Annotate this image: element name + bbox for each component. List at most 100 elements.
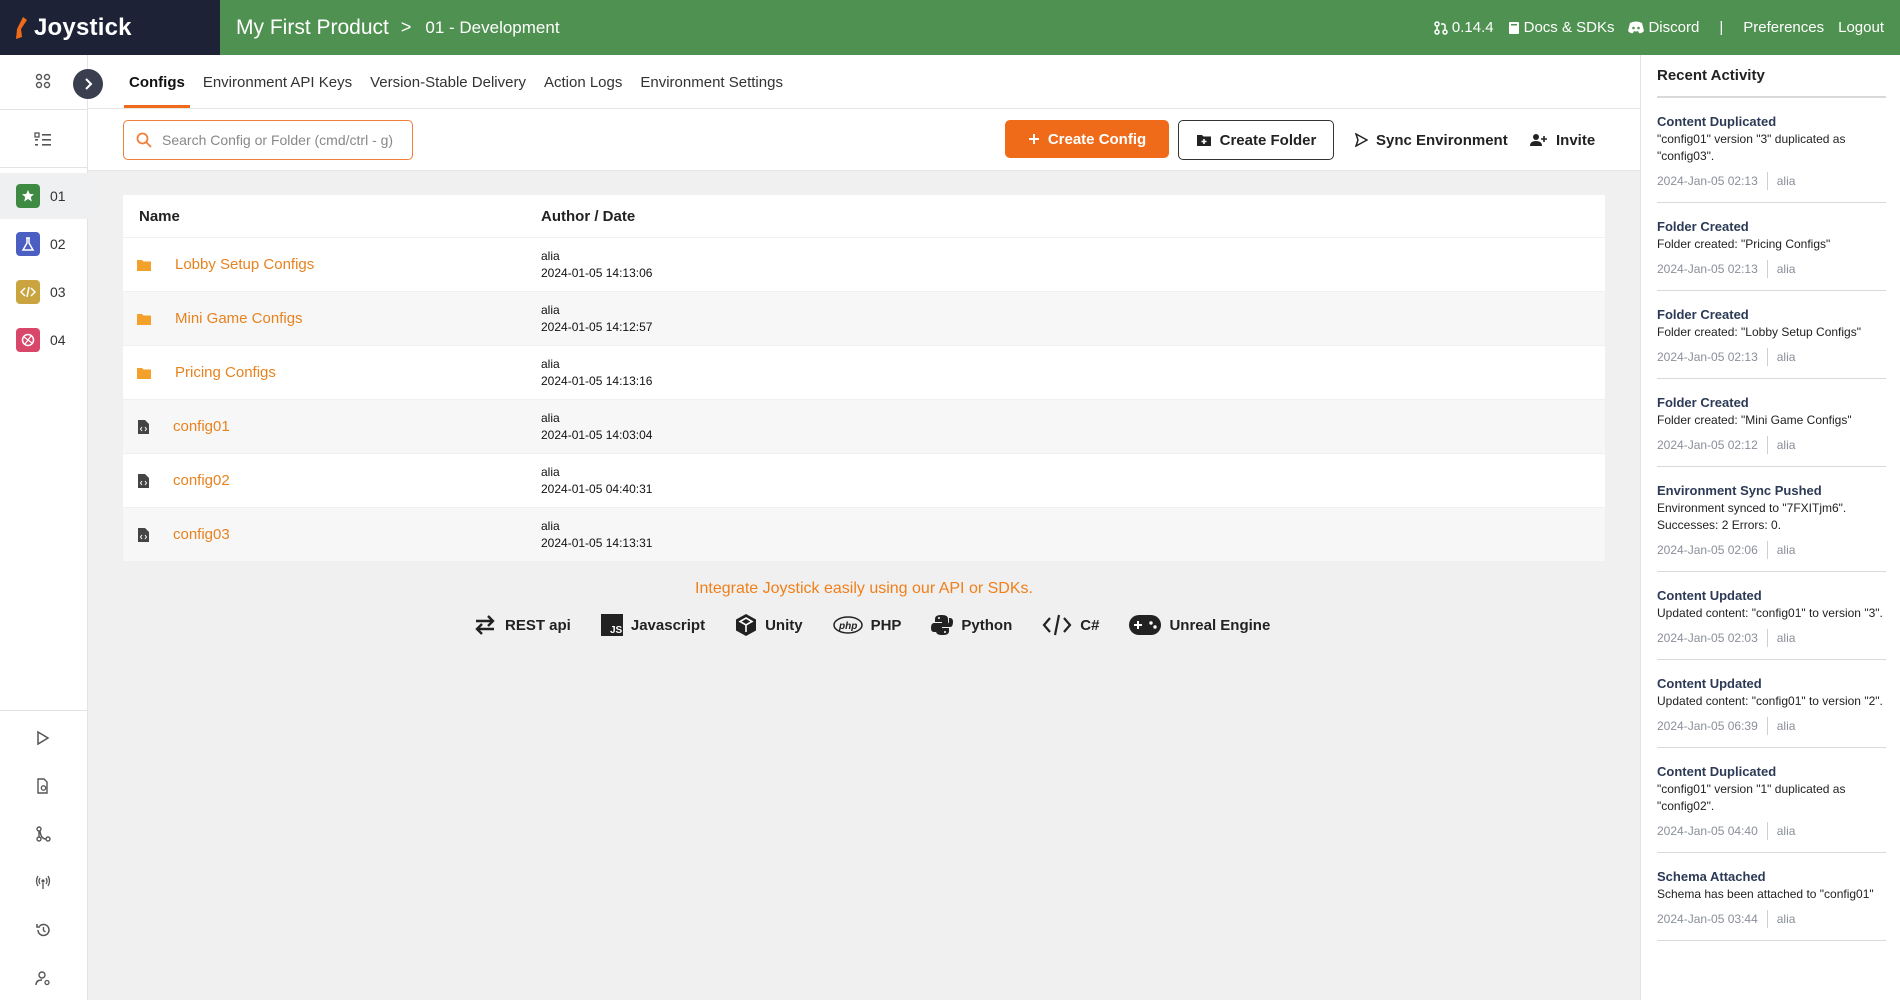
- sync-environment-button[interactable]: Sync Environment: [1354, 120, 1508, 160]
- sdk-csharp[interactable]: C#: [1042, 614, 1099, 636]
- sidebar-expand-button[interactable]: [73, 69, 103, 99]
- version-link[interactable]: 0.14.4: [1434, 19, 1494, 36]
- javascript-icon: JS: [600, 614, 623, 636]
- history-icon[interactable]: [35, 922, 51, 938]
- logo[interactable]: Joystick: [0, 0, 220, 55]
- docs-label: Docs & SDKs: [1523, 19, 1615, 36]
- activity-description: "config01" version "1" duplicated as "co…: [1657, 782, 1846, 813]
- tab-environment-api-keys[interactable]: Environment API Keys: [198, 74, 357, 108]
- row-name-link[interactable]: config03: [173, 526, 230, 543]
- activity-title: Content Duplicated: [1657, 114, 1777, 129]
- list-view-icon[interactable]: [34, 132, 52, 148]
- env-item-03[interactable]: 03: [0, 269, 88, 315]
- table-row[interactable]: config03 alia 2024-01-05 14:13:31: [123, 507, 1605, 561]
- file-search-icon[interactable]: [35, 778, 51, 794]
- table-row[interactable]: Lobby Setup Configs alia 2024-01-05 14:13…: [123, 237, 1605, 291]
- unity-icon: [736, 614, 757, 636]
- logout-link[interactable]: Logout: [1838, 19, 1884, 36]
- tab-version-stable-delivery[interactable]: Version-Stable Delivery: [365, 74, 531, 108]
- tab-action-logs[interactable]: Action Logs: [539, 74, 627, 108]
- env-item-04[interactable]: 04: [0, 317, 88, 363]
- sync-environment-label: Sync Environment: [1376, 131, 1508, 149]
- sdk-label: PHP: [870, 616, 902, 634]
- sdk-unity[interactable]: Unity: [735, 613, 803, 637]
- branch-icon[interactable]: [35, 826, 51, 842]
- activity-title: Folder Created: [1657, 219, 1749, 234]
- rail-top: [0, 55, 103, 110]
- file-code-icon: [138, 527, 149, 542]
- activity-date: 2024-Jan-05 02:06: [1657, 543, 1758, 557]
- recent-activity-panel: Recent Activity Content Duplicated "conf…: [1640, 55, 1900, 1000]
- table-row[interactable]: config02 alia 2024-01-05 04:40:31: [123, 453, 1605, 507]
- search-input[interactable]: [162, 132, 402, 148]
- sdk-label: REST api: [505, 616, 571, 634]
- activity-user: alia: [1776, 543, 1796, 557]
- invite-button[interactable]: Invite: [1530, 120, 1595, 160]
- env-item-02[interactable]: 02: [0, 221, 88, 267]
- row-name-link[interactable]: config02: [173, 472, 230, 489]
- create-config-button[interactable]: Create Config: [1005, 120, 1169, 158]
- sdk-python[interactable]: Python: [931, 614, 1012, 636]
- activity-title: Content Updated: [1657, 588, 1762, 603]
- sdk-label: Python: [961, 616, 1013, 634]
- tab-bar: Configs Environment API Keys Version-Sta…: [88, 55, 1640, 109]
- top-bar: Joystick My First Product > 01 - Develop…: [0, 0, 1900, 55]
- search-box[interactable]: [123, 120, 413, 160]
- php-icon: php: [832, 616, 863, 634]
- breadcrumb-environment[interactable]: 01 - Development: [425, 18, 559, 38]
- tab-environment-settings[interactable]: Environment Settings: [635, 74, 788, 108]
- create-folder-button[interactable]: Create Folder: [1178, 120, 1334, 160]
- row-author: alia: [541, 248, 560, 263]
- activity-item: Content Updated Updated content: "config…: [1657, 572, 1886, 660]
- sdk-label: Javascript: [630, 616, 706, 634]
- row-name-link[interactable]: Mini Game Configs: [175, 310, 303, 327]
- tab-configs[interactable]: Configs: [124, 74, 190, 108]
- table-row[interactable]: Mini Game Configs alia 2024-01-05 14:12:5…: [123, 291, 1605, 345]
- play-icon[interactable]: [35, 730, 51, 746]
- preferences-link[interactable]: Preferences: [1743, 19, 1824, 36]
- breadcrumb-product[interactable]: My First Product: [236, 16, 389, 40]
- breadcrumb-separator: >: [400, 17, 412, 37]
- activity-description: Schema has been attached to "config01": [1657, 887, 1874, 901]
- table-body: Lobby Setup Configs alia 2024-01-05 14:13…: [123, 237, 1605, 561]
- activity-user: alia: [1776, 719, 1796, 733]
- env-item-01[interactable]: 01: [0, 173, 88, 219]
- file-code-icon: [138, 473, 149, 488]
- table-row[interactable]: Pricing Configs alia 2024-01-05 14:13:16: [123, 345, 1605, 399]
- recent-activity-title: Recent Activity: [1657, 67, 1886, 98]
- sdk-javascript[interactable]: JS Javascript: [600, 614, 706, 636]
- row-date: 2024-01-05 14:12:57: [541, 319, 653, 334]
- row-name-link[interactable]: config01: [173, 418, 230, 435]
- row-name-link[interactable]: Lobby Setup Configs: [175, 256, 314, 273]
- row-date: 2024-01-05 14:03:04: [541, 427, 653, 442]
- table-row[interactable]: config01 alia 2024-01-05 14:03:04: [123, 399, 1605, 453]
- apps-grid-icon[interactable]: [35, 73, 51, 89]
- create-config-label: Create Config: [1047, 130, 1147, 148]
- code-brackets-icon: [1042, 614, 1072, 636]
- activity-user: alia: [1776, 912, 1796, 926]
- activity-date: 2024-Jan-05 03:44: [1657, 912, 1758, 926]
- docs-link[interactable]: Docs & SDKs: [1508, 19, 1615, 36]
- sdk-label: Unreal Engine: [1169, 616, 1271, 634]
- discord-icon: [1628, 21, 1645, 34]
- activity-date: 2024-Jan-05 02:13: [1657, 350, 1758, 364]
- sdk-unreal-engine[interactable]: Unreal Engine: [1129, 614, 1270, 636]
- send-icon: [1354, 133, 1368, 147]
- main-content: Configs Environment API Keys Version-Sta…: [88, 55, 1640, 1000]
- activity-title: Environment Sync Pushed: [1657, 483, 1822, 498]
- row-date: 2024-01-05 14:13:16: [541, 373, 653, 388]
- row-date: 2024-01-05 14:13:06: [541, 265, 653, 280]
- activity-user: alia: [1776, 824, 1796, 838]
- broadcast-icon[interactable]: [35, 874, 51, 890]
- discord-link[interactable]: Discord: [1628, 19, 1699, 36]
- activity-item: Folder Created Folder created: "Lobby Se…: [1657, 291, 1886, 379]
- sdk-php[interactable]: php PHP: [832, 616, 902, 634]
- env-label: 01: [50, 188, 66, 204]
- user-settings-icon[interactable]: [35, 970, 51, 986]
- integrate-text: Integrate Joystick easily using our API …: [695, 580, 1033, 597]
- sdk-rest-api[interactable]: REST api: [473, 613, 571, 637]
- activity-date: 2024-Jan-05 02:13: [1657, 174, 1758, 188]
- invite-label: Invite: [1556, 131, 1596, 149]
- row-name-link[interactable]: Pricing Configs: [175, 364, 276, 381]
- activity-description: Updated content: "config01" to version "…: [1657, 606, 1883, 620]
